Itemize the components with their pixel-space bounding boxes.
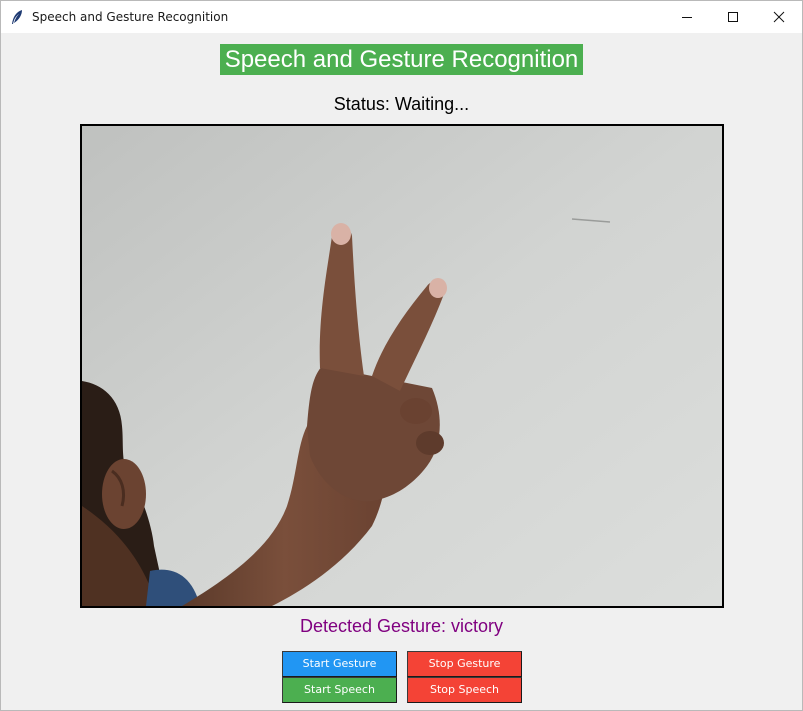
minimize-button[interactable] xyxy=(664,1,710,33)
maximize-button[interactable] xyxy=(710,1,756,33)
window-title: Speech and Gesture Recognition xyxy=(32,10,229,24)
camera-feed xyxy=(80,124,724,608)
maximize-icon xyxy=(728,12,738,22)
minimize-icon xyxy=(682,17,692,18)
start-gesture-button[interactable]: Start Gesture xyxy=(282,651,397,677)
feather-icon xyxy=(12,10,22,24)
app-heading: Speech and Gesture Recognition xyxy=(220,44,583,75)
title-bar[interactable]: Speech and Gesture Recognition xyxy=(1,1,802,33)
status-label: Status: Waiting... xyxy=(333,94,470,114)
stop-gesture-button[interactable]: Stop Gesture xyxy=(407,651,522,677)
close-button[interactable] xyxy=(756,1,802,33)
stop-speech-button[interactable]: Stop Speech xyxy=(407,677,522,703)
app-window: Speech and Gesture Recognition Speech an… xyxy=(0,0,803,711)
detected-gesture-label: Detected Gesture: victory xyxy=(299,616,504,636)
close-icon xyxy=(773,11,785,23)
camera-frame-image xyxy=(82,126,722,606)
start-speech-button[interactable]: Start Speech xyxy=(282,677,397,703)
